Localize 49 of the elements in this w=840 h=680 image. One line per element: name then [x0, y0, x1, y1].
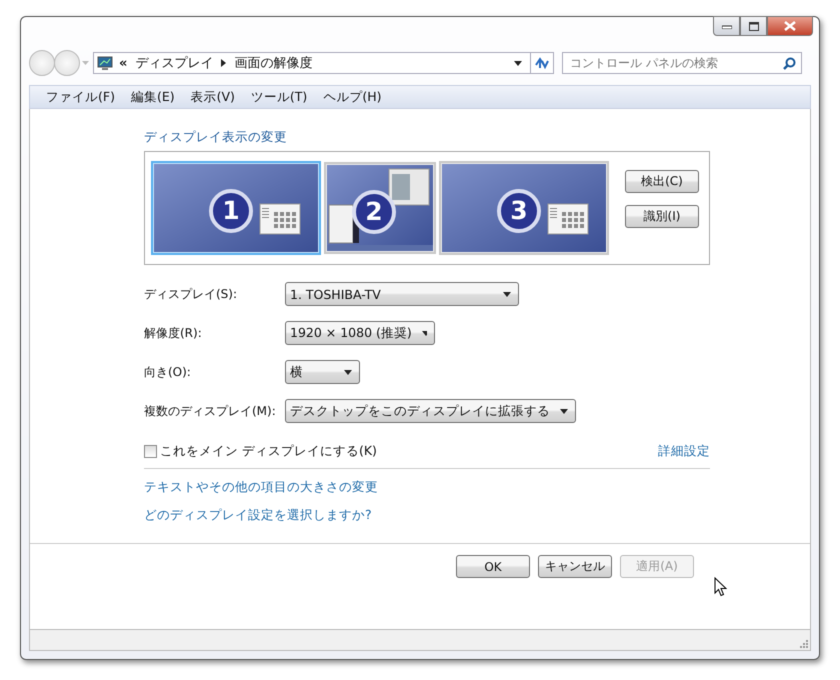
menu-item[interactable]: 表示(V) — [182, 88, 243, 106]
dropdown[interactable]: デスクトップをこのディスプレイに拡張する — [285, 399, 576, 423]
overflow-chevron[interactable]: « — [119, 56, 128, 70]
field-label: 向き(O): — [144, 364, 192, 380]
caret-icon — [344, 370, 352, 374]
monitor-icon — [97, 56, 113, 70]
dropdown[interactable]: 横 — [285, 360, 360, 384]
detect-button[interactable]: 検出(C) — [625, 170, 699, 193]
identify-button[interactable]: 識別(I) — [625, 205, 699, 228]
menu-item[interactable]: ツール(T) — [242, 88, 316, 106]
dropdown[interactable]: 1. TOSHIBA-TV — [285, 282, 519, 306]
maximize-icon — [748, 22, 758, 30]
breadcrumb-item[interactable]: ディスプレイ — [135, 54, 214, 72]
field-label: ディスプレイ(S): — [144, 286, 238, 302]
section-heading: ディスプレイ表示の変更 — [144, 129, 288, 146]
text-link[interactable]: どのディスプレイ設定を選択しますか? — [144, 507, 372, 524]
mouse-cursor-icon — [714, 577, 727, 597]
minimize-button[interactable] — [713, 16, 740, 36]
search-field[interactable]: コントロール パネルの検索 — [562, 52, 802, 74]
checkbox-label: これをメイン ディスプレイにする(K) — [160, 443, 377, 460]
advanced-settings-link[interactable]: 詳細設定 — [658, 443, 710, 460]
refresh-icon — [534, 56, 550, 70]
text-link[interactable]: テキストやその他の項目の大きさの変更 — [144, 479, 378, 496]
close-button[interactable] — [767, 16, 813, 36]
monitor-thumbnail[interactable]: 1 — [151, 161, 321, 255]
breadcrumb-item[interactable]: 画面の解像度 — [234, 54, 312, 72]
menu-item[interactable]: 編集(E) — [122, 88, 183, 106]
caret-icon — [560, 408, 568, 414]
maximize-button[interactable] — [740, 16, 767, 36]
field-label: 複数のディスプレイ(M): — [144, 402, 277, 420]
search-icon — [783, 56, 796, 70]
breadcrumb-arrow-icon[interactable] — [221, 59, 226, 67]
minimize-icon — [722, 23, 732, 29]
dropdown-arrow-icon[interactable] — [514, 60, 522, 66]
checkbox[interactable] — [144, 445, 157, 458]
monitor-thumbnail[interactable]: 2 — [324, 162, 436, 254]
close-icon — [784, 21, 796, 31]
caret-icon — [503, 292, 511, 296]
monitor-thumbnail[interactable]: 3 — [439, 161, 609, 255]
menu-item[interactable]: ファイル(F) — [38, 88, 123, 106]
address-bar[interactable]: « ディスプレイ 画面の解像度 — [93, 52, 531, 74]
dropdown[interactable]: 1920 × 1080 (推奨) — [285, 321, 435, 345]
caret-icon — [422, 330, 427, 336]
field-label: 解像度(R): — [144, 324, 203, 342]
resize-grip-icon[interactable] — [800, 640, 808, 648]
menu-item[interactable]: ヘルプ(H) — [315, 88, 390, 106]
refresh-button[interactable] — [530, 52, 554, 74]
ok-button[interactable]: OK — [456, 555, 530, 578]
cancel-button[interactable]: キャンセル — [538, 555, 612, 578]
